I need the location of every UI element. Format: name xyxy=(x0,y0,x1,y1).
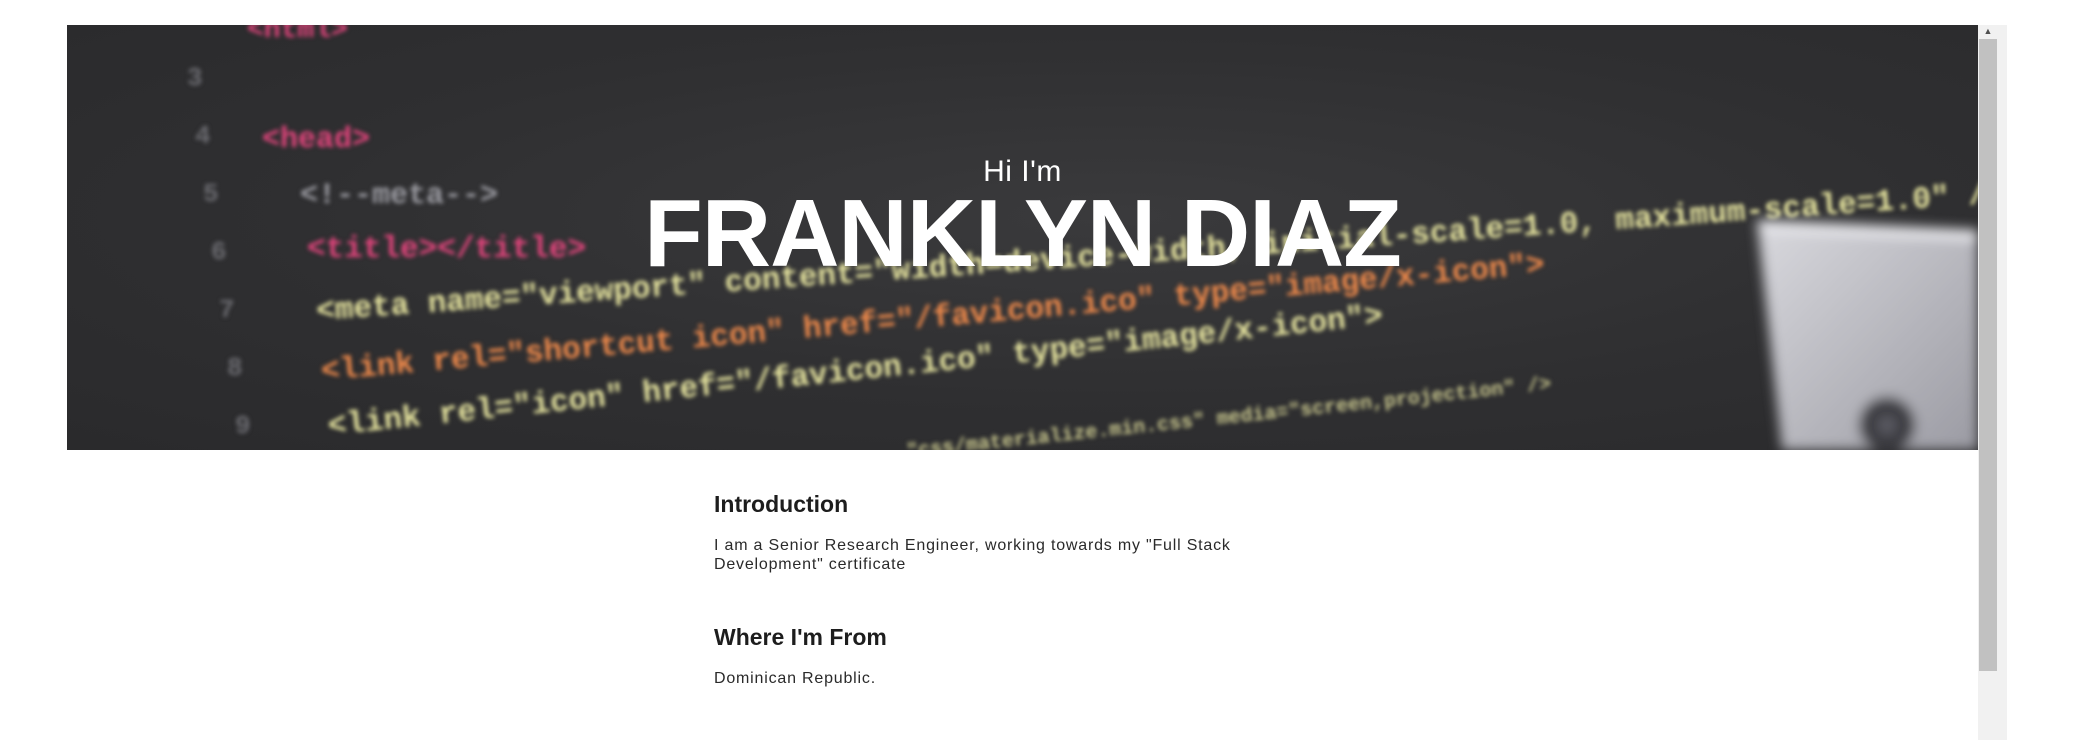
where-from-section: Where I'm From Dominican Republic. xyxy=(714,624,1274,688)
line-number: 9 xyxy=(235,411,251,441)
line-number: 4 xyxy=(195,121,211,151)
line-number: 7 xyxy=(219,295,235,325)
hero-banner: 3 4 5 6 7 8 9 <html> <head> <!--meta--> … xyxy=(67,25,1978,450)
section-heading: Where I'm From xyxy=(714,624,887,650)
line-number: 3 xyxy=(187,63,203,93)
main-content: Introduction I am a Senior Research Engi… xyxy=(714,491,1274,688)
hero-name: FRANKLYN DIAZ xyxy=(644,180,1402,287)
scroll-up-arrow-icon[interactable]: ▲ xyxy=(1978,25,1998,37)
browser-viewport: 3 4 5 6 7 8 9 <html> <head> <!--meta--> … xyxy=(67,25,2007,740)
introduction-section: Introduction I am a Senior Research Engi… xyxy=(714,491,1274,574)
section-body: I am a Senior Research Engineer, working… xyxy=(714,537,1231,573)
section-heading: Introduction xyxy=(714,491,849,517)
code-line: <html> xyxy=(247,25,348,46)
vertical-scrollbar[interactable]: ▲ xyxy=(1978,25,2007,740)
code-line: "css/materialize.min.css" media="screen,… xyxy=(905,373,1552,450)
code-line: <head> xyxy=(262,123,370,157)
section-body: Dominican Republic. xyxy=(714,670,876,687)
line-number: 8 xyxy=(227,353,243,383)
scroll-thumb[interactable] xyxy=(1979,39,1997,671)
